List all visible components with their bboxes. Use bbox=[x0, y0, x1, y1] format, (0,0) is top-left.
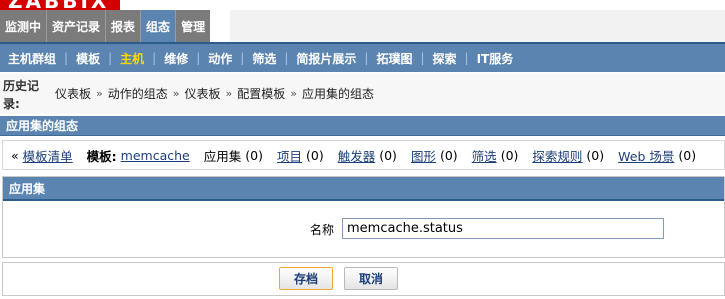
subtab-hosts[interactable]: 主机 bbox=[112, 44, 152, 72]
page-title: 应用集的组态 bbox=[0, 116, 725, 136]
triggers-count: (0) bbox=[379, 147, 397, 163]
breadcrumb-item[interactable]: 应用集的组态 bbox=[302, 85, 374, 102]
items-count: (0) bbox=[305, 147, 324, 163]
screens-nav: 筛选 (0) bbox=[472, 146, 519, 165]
triggers-link[interactable]: 触发器 bbox=[338, 146, 376, 165]
subtab-slides[interactable]: 简报片展示 bbox=[288, 44, 364, 72]
zabbix-logo: ZABBIX bbox=[0, 0, 120, 10]
cancel-button[interactable]: 取消 bbox=[344, 267, 398, 290]
subtab-actions[interactable]: 动作 bbox=[200, 44, 240, 72]
sub-menu: 主机群组 | 模板 | 主机 | 维修 | 动作 | 筛选 | 简报片展示 | … bbox=[0, 42, 725, 72]
main-menu-background bbox=[230, 10, 725, 42]
breadcrumb-item[interactable]: 配置模板 bbox=[237, 85, 285, 102]
graphs-link[interactable]: 图形 bbox=[411, 146, 436, 165]
breadcrumb-item[interactable]: 仪表板 bbox=[55, 85, 91, 102]
discovery-count: (0) bbox=[586, 147, 605, 163]
form-header: 应用集 bbox=[3, 177, 724, 201]
subtab-maintenance[interactable]: 维修 bbox=[156, 44, 196, 72]
name-input[interactable] bbox=[342, 218, 664, 239]
web-scenarios-link[interactable]: Web 场景 bbox=[618, 146, 674, 165]
applications-nav: 应用集 (0) bbox=[204, 146, 263, 165]
graphs-nav: 图形 (0) bbox=[411, 146, 458, 165]
items-nav: 项目 (0) bbox=[277, 146, 324, 165]
main-tab-configuration[interactable]: 组态 bbox=[141, 10, 177, 42]
subtab-discovery[interactable]: 探索 bbox=[425, 44, 465, 72]
template-list-link[interactable]: 模板清单 bbox=[23, 146, 73, 165]
main-tab-administration[interactable]: 管理 bbox=[176, 10, 211, 42]
graphs-count: (0) bbox=[439, 147, 458, 163]
screens-count: (0) bbox=[500, 147, 519, 163]
subtab-it-services[interactable]: IT服务 bbox=[469, 44, 522, 72]
breadcrumb-item[interactable]: 仪表板 bbox=[185, 85, 221, 102]
form-footer: 存档 取消 bbox=[2, 262, 725, 296]
application-form: 应用集 名称 bbox=[2, 176, 725, 258]
breadcrumb: 仪表板 » 动作的组态 » 仪表板 » 配置模板 » 应用集的组态 bbox=[55, 85, 374, 102]
template-list-nav: « 模板清单 bbox=[11, 146, 73, 165]
web-count: (0) bbox=[678, 147, 697, 163]
main-tab-inventory[interactable]: 资产记录 bbox=[47, 10, 107, 42]
logo-text: ZABBIX bbox=[8, 0, 109, 10]
screens-link[interactable]: 筛选 bbox=[472, 146, 497, 165]
applications-count: (0) bbox=[245, 147, 263, 163]
back-arrow-icon: « bbox=[11, 147, 19, 163]
name-row: 名称 bbox=[3, 217, 724, 241]
main-tab-monitoring[interactable]: 监测中 bbox=[0, 10, 48, 42]
name-label: 名称 bbox=[310, 223, 335, 237]
breadcrumb-item[interactable]: 动作的组态 bbox=[108, 85, 168, 102]
items-link[interactable]: 项目 bbox=[277, 146, 302, 165]
history-breadcrumb: 历史记录: 仪表板 » 动作的组态 » 仪表板 » 配置模板 » 应用集的组态 bbox=[0, 74, 725, 114]
save-button[interactable]: 存档 bbox=[279, 267, 333, 290]
double-arrow-icon: » bbox=[96, 87, 103, 100]
template-nav: « 模板清单 模板: memcache 应用集 (0) 项目 (0) 触发器 (… bbox=[2, 140, 725, 170]
subtab-host-groups[interactable]: 主机群组 bbox=[0, 44, 64, 72]
discovery-rules-link[interactable]: 探索规则 bbox=[532, 146, 582, 165]
subtab-templates[interactable]: 模板 bbox=[68, 44, 108, 72]
template-name-link[interactable]: memcache bbox=[121, 148, 190, 163]
main-tab-reports[interactable]: 报表 bbox=[106, 10, 142, 42]
discovery-nav: 探索规则 (0) bbox=[532, 146, 604, 165]
subtab-screens[interactable]: 筛选 bbox=[244, 44, 284, 72]
double-arrow-icon: » bbox=[225, 87, 233, 100]
history-label: 历史记录: bbox=[3, 79, 40, 111]
subtab-maps[interactable]: 拓璞图 bbox=[368, 44, 420, 72]
web-nav: Web 场景 (0) bbox=[618, 146, 696, 165]
double-arrow-icon: » bbox=[290, 87, 297, 100]
triggers-nav: 触发器 (0) bbox=[338, 146, 397, 165]
main-menu: 监测中 资产记录 报表 组态 管理 bbox=[0, 10, 211, 42]
template-label: 模板: bbox=[86, 148, 117, 164]
applications-label: 应用集 bbox=[203, 148, 242, 164]
double-arrow-icon: » bbox=[172, 87, 180, 100]
template-name-nav: 模板: memcache bbox=[87, 146, 190, 165]
